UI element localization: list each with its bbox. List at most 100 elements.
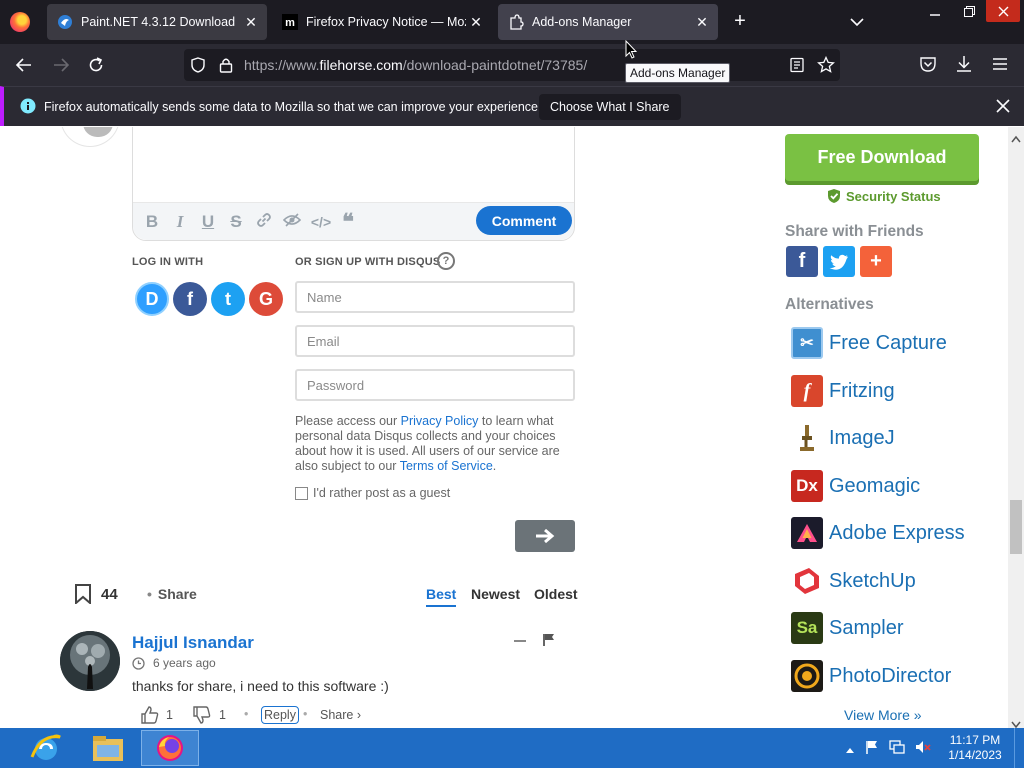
volume-muted-icon[interactable] — [915, 740, 931, 759]
alternative-label: Adobe Express — [829, 521, 965, 544]
underline-icon[interactable]: U — [197, 211, 219, 233]
new-tab-icon[interactable]: + — [729, 11, 751, 33]
privacy-policy-link[interactable]: Privacy Policy — [401, 414, 479, 428]
google-login-icon[interactable]: G — [249, 282, 283, 316]
close-window-icon[interactable] — [986, 0, 1020, 22]
lock-icon[interactable] — [219, 57, 233, 78]
tab-close-icon[interactable]: ✕ — [241, 12, 261, 32]
alternative-photodirector[interactable]: PhotoDirector — [791, 659, 951, 693]
restore-window-icon[interactable] — [952, 0, 986, 22]
twitter-share-icon[interactable] — [823, 246, 855, 277]
tab-close-icon[interactable]: ✕ — [466, 12, 486, 32]
hamburger-menu-icon[interactable] — [991, 55, 1009, 78]
minimize-window-icon[interactable] — [918, 0, 952, 22]
mozilla-icon: m — [282, 14, 298, 30]
comment-button[interactable]: Comment — [476, 206, 572, 235]
view-more-link[interactable]: View More » — [844, 707, 922, 723]
pocket-icon[interactable] — [919, 55, 937, 78]
comment-timestamp[interactable]: 6 years ago — [132, 656, 216, 670]
reader-view-icon[interactable] — [789, 57, 805, 78]
twitter-login-icon[interactable]: t — [211, 282, 245, 316]
internet-explorer-icon[interactable] — [17, 730, 75, 766]
comment-author[interactable]: Hajjul Isnandar — [132, 633, 254, 653]
link-icon[interactable] — [253, 211, 275, 233]
sort-best-tab[interactable]: Best — [426, 586, 457, 607]
tab-firefox-privacy[interactable]: m Firefox Privacy Notice — Mozilla ✕ — [272, 4, 492, 40]
downloads-icon[interactable] — [955, 55, 973, 78]
address-bar[interactable]: https://www.filehorse.com/download-paint… — [184, 49, 840, 81]
url-text[interactable]: https://www.filehorse.com/download-paint… — [244, 57, 587, 73]
sort-newest-tab[interactable]: Newest — [471, 586, 520, 602]
password-input[interactable] — [297, 371, 573, 399]
bold-icon[interactable]: B — [141, 211, 163, 233]
email-field[interactable] — [295, 325, 575, 357]
geomagic-icon: Dx — [791, 470, 823, 502]
alternative-free-capture[interactable]: ✂ Free Capture — [791, 326, 947, 360]
comment-share-link[interactable]: Share › — [320, 708, 361, 722]
alternatives-heading: Alternatives — [785, 296, 874, 313]
reply-button[interactable]: Reply — [261, 706, 299, 724]
network-icon[interactable] — [889, 740, 905, 759]
scrollbar-thumb[interactable] — [1010, 500, 1022, 554]
guest-option[interactable]: I'd rather post as a guest — [295, 486, 450, 500]
action-center-flag-icon[interactable] — [865, 740, 879, 759]
alternative-sketchup[interactable]: SketchUp — [791, 564, 916, 598]
italic-icon[interactable]: I — [169, 211, 191, 233]
alternative-imagej[interactable]: ImageJ — [791, 421, 895, 455]
taskbar-clock[interactable]: 11:17 PM 1/14/2023 — [947, 733, 1003, 763]
firefox-logo-icon[interactable] — [10, 12, 30, 32]
choose-what-i-share-button[interactable]: Choose What I Share — [539, 94, 681, 120]
collapse-comment-icon[interactable] — [514, 640, 526, 642]
reload-icon[interactable] — [85, 54, 107, 76]
guest-checkbox[interactable] — [295, 486, 308, 500]
scroll-up-icon[interactable] — [1011, 130, 1021, 148]
alternative-label: Fritzing — [829, 379, 895, 402]
spoiler-icon[interactable] — [281, 211, 303, 233]
more-share-icon[interactable]: + — [860, 246, 892, 277]
sort-oldest-tab[interactable]: Oldest — [534, 586, 578, 602]
vertical-scrollbar[interactable] — [1008, 127, 1024, 729]
name-field[interactable] — [295, 281, 575, 313]
flag-icon[interactable] — [543, 633, 555, 652]
facebook-login-icon[interactable]: f — [173, 282, 207, 316]
tab-addons-manager[interactable]: Add-ons Manager ✕ — [498, 4, 718, 40]
bookmark-icon[interactable] — [74, 584, 92, 609]
file-explorer-icon[interactable] — [79, 730, 137, 766]
tracking-shield-icon[interactable] — [190, 57, 206, 78]
name-input[interactable] — [297, 283, 573, 311]
share-link[interactable]: Share — [147, 586, 197, 602]
free-download-button[interactable]: Free Download — [785, 134, 979, 181]
security-status-link[interactable]: Security Status — [827, 188, 941, 204]
alternative-geomagic[interactable]: Dx Geomagic — [791, 469, 920, 503]
show-desktop-button[interactable] — [1014, 728, 1024, 768]
firefox-taskbar-icon[interactable] — [141, 730, 199, 766]
forward-arrow-icon[interactable] — [50, 54, 72, 76]
avatar[interactable] — [60, 631, 120, 691]
submit-arrow-button[interactable] — [515, 520, 575, 552]
terms-of-service-link[interactable]: Terms of Service — [400, 459, 493, 473]
strikethrough-icon[interactable]: S — [225, 211, 247, 233]
quote-icon[interactable]: ❝ — [337, 211, 359, 233]
sketchup-icon — [791, 565, 823, 597]
alternative-sampler[interactable]: Sa Sampler — [791, 611, 903, 645]
tab-close-icon[interactable]: ✕ — [692, 12, 712, 32]
alternative-adobe-express[interactable]: Adobe Express — [791, 516, 965, 550]
email-input[interactable] — [297, 327, 573, 355]
code-icon[interactable]: </> — [310, 211, 332, 233]
downvote-icon[interactable] — [192, 705, 212, 728]
upvote-icon[interactable] — [140, 705, 160, 728]
tray-expand-icon[interactable] — [845, 741, 855, 759]
comment-editor[interactable]: B I U S </> ❝ Comment — [132, 127, 575, 241]
back-arrow-icon[interactable] — [13, 54, 35, 76]
disqus-login-icon[interactable]: D — [135, 282, 169, 316]
facebook-share-icon[interactable]: f — [786, 246, 818, 277]
help-icon[interactable]: ? — [437, 252, 455, 270]
bookmark-star-icon[interactable] — [817, 55, 835, 79]
password-field[interactable] — [295, 369, 575, 401]
tab-paintnet[interactable]: Paint.NET 4.3.12 Download ✕ — [47, 4, 267, 40]
alternative-label: Free Capture — [829, 331, 947, 354]
alternative-fritzing[interactable]: f Fritzing — [791, 374, 895, 408]
chevron-down-icon[interactable] — [848, 13, 866, 31]
alternative-label: PhotoDirector — [829, 664, 952, 687]
close-icon[interactable] — [994, 97, 1012, 115]
